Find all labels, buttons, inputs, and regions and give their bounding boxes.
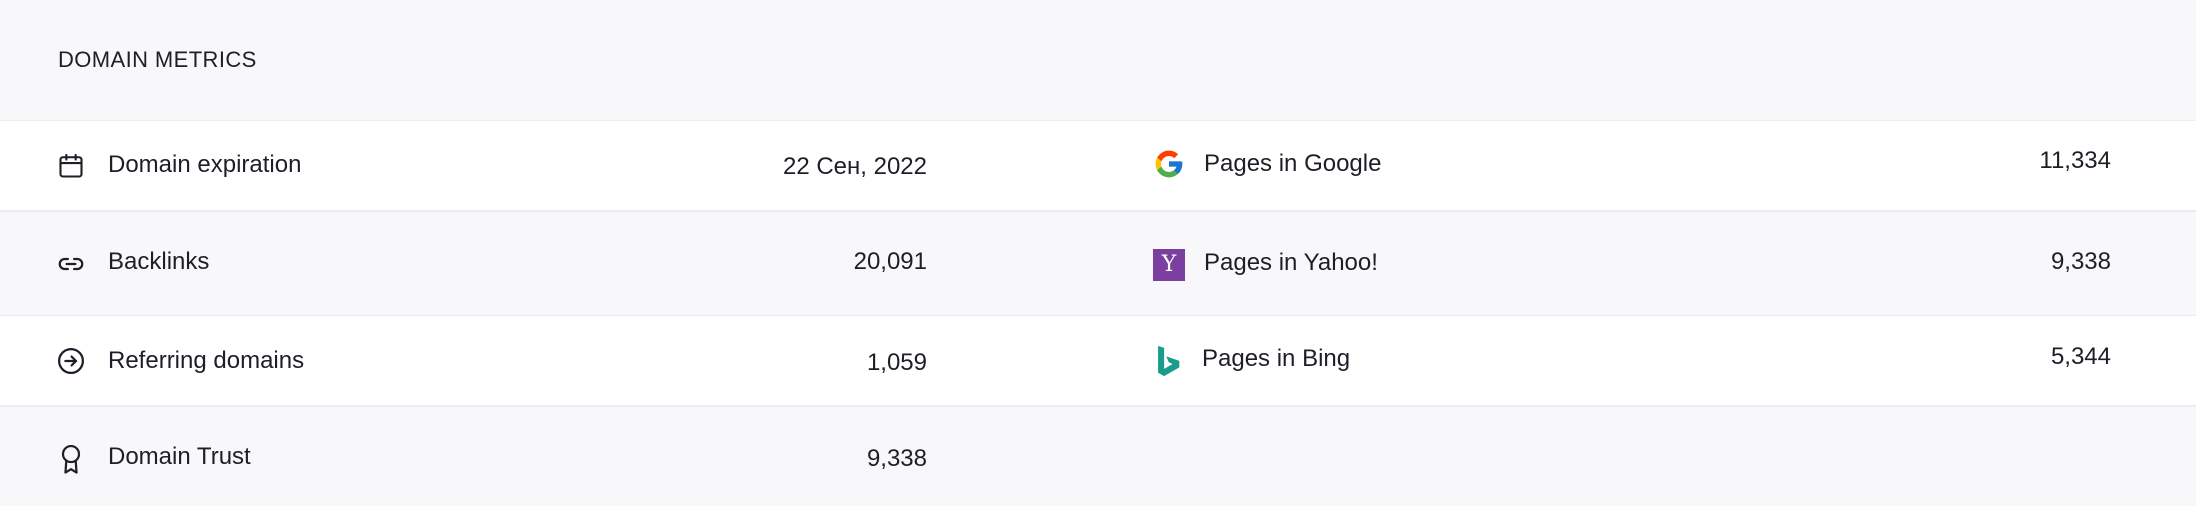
calendar-icon	[56, 151, 86, 181]
panel-title: DOMAIN METRICS	[58, 47, 257, 72]
metric-value-backlinks: 20,091	[853, 248, 927, 275]
metrics-row: Backlinks 20,091 Y Pages in Yahoo! 9,338	[0, 211, 2196, 315]
metric-label-referring-domains: Referring domains	[108, 347, 305, 374]
yahoo-icon-letter: Y	[1153, 249, 1185, 281]
metrics-row: Domain Trust 9,338	[0, 406, 2196, 506]
bing-icon	[1152, 344, 1186, 378]
metric-value-referring-domains: 1,059	[866, 349, 927, 376]
metric-value-pages-in-yahoo: 9,338	[2050, 248, 2111, 275]
domain-metrics-panel: DOMAIN METRICS Domain expiration 22 Сен,…	[0, 0, 2196, 506]
metric-value-domain-trust: 9,338	[866, 445, 927, 472]
metric-label-domain-expiration: Domain expiration	[108, 151, 302, 178]
metric-label-pages-in-bing: Pages in Bing	[1202, 345, 1351, 372]
link-icon	[56, 249, 86, 279]
panel-header: DOMAIN METRICS	[0, 0, 2196, 120]
metrics-row: Referring domains 1,059 Pages in Bing 5,…	[0, 315, 2196, 406]
metric-label-backlinks: Backlinks	[108, 248, 210, 275]
yahoo-icon: Y	[1152, 248, 1186, 282]
metric-label-domain-trust: Domain Trust	[108, 443, 251, 470]
google-icon	[1152, 147, 1186, 181]
award-icon	[56, 444, 86, 474]
metric-value-pages-in-bing: 5,344	[2050, 343, 2111, 370]
metric-value-pages-in-google: 11,334	[2039, 147, 2111, 174]
arrow-circle-icon	[56, 346, 86, 376]
metrics-row: Domain expiration 22 Сен, 2022 Pages in …	[0, 120, 2196, 211]
metric-value-domain-expiration: 22 Сен, 2022	[782, 153, 927, 180]
metric-label-pages-in-google: Pages in Google	[1204, 150, 1382, 177]
metric-label-pages-in-yahoo: Pages in Yahoo!	[1204, 249, 1378, 276]
